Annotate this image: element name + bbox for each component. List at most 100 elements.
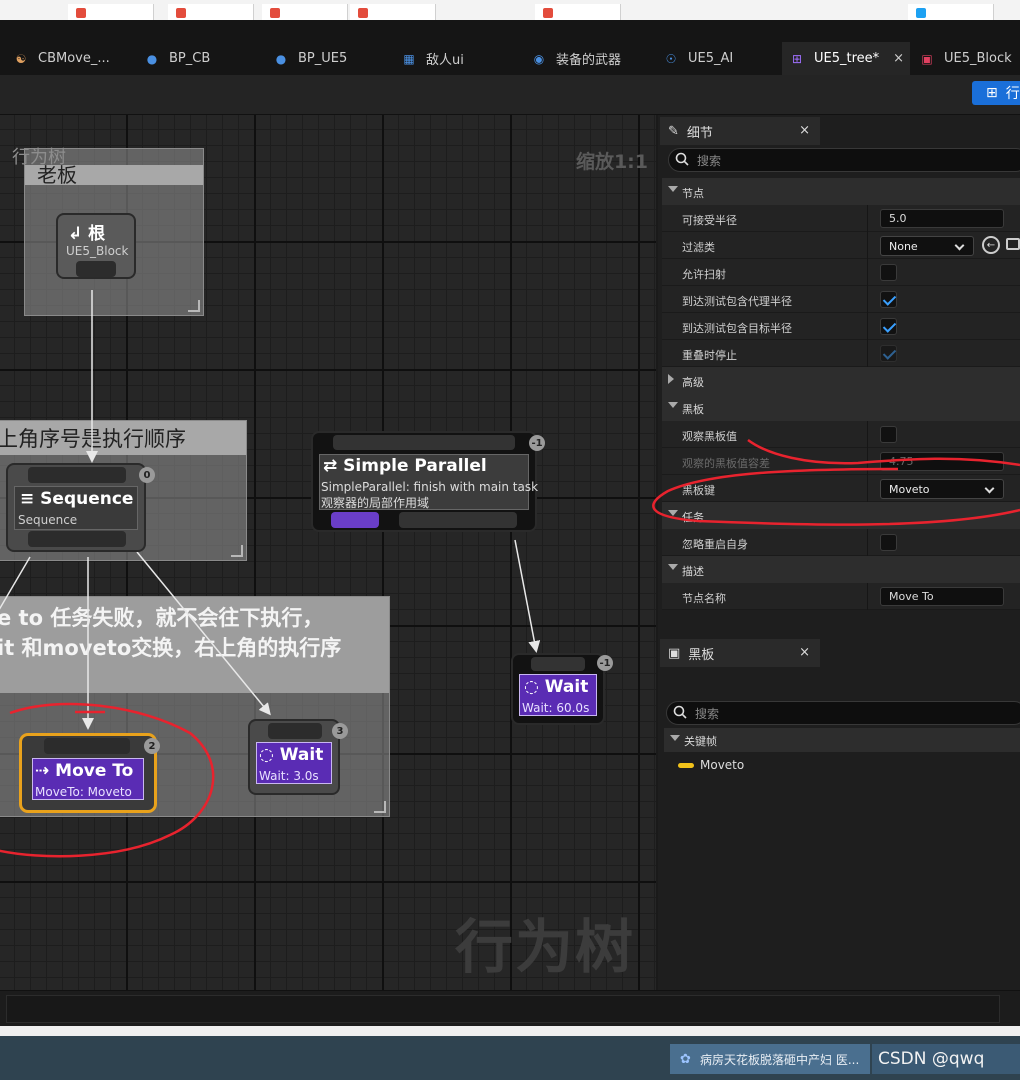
blackboard-search-input[interactable]: 搜索: [666, 701, 1020, 725]
input-pin[interactable]: [531, 657, 585, 671]
node-name-input[interactable]: Move To: [880, 587, 1004, 606]
section-description[interactable]: 描述: [662, 556, 1020, 583]
blueprint-icon: ◉: [533, 51, 545, 66]
tab-ue5-block[interactable]: ▣ UE5_Block: [920, 42, 1011, 75]
ignore-restart-checkbox[interactable]: [880, 534, 897, 551]
search-icon: [673, 705, 687, 719]
background-task-pin[interactable]: [399, 512, 517, 528]
tab-equipped-weapon[interactable]: ◉ 装备的武器: [532, 42, 621, 75]
input-pin[interactable]: [333, 435, 515, 450]
browser-tab[interactable]: [68, 4, 154, 20]
browser-tab[interactable]: [262, 4, 348, 20]
browser-tab[interactable]: [350, 4, 436, 20]
status-area: [6, 995, 1000, 1023]
tab-bp-ue5[interactable]: ● BP_UE5: [274, 42, 348, 75]
browse-folder-icon[interactable]: [1006, 238, 1020, 250]
close-icon[interactable]: ×: [799, 645, 810, 660]
simple-parallel-node[interactable]: ⇄ Simple Parallel SimpleParallel: finish…: [313, 433, 538, 530]
section-advanced[interactable]: 高级: [662, 367, 1020, 394]
annotation-circle-bbkey: [652, 438, 1020, 526]
section-node[interactable]: 节点: [662, 178, 1020, 205]
parallel-icon: ⇄: [323, 456, 338, 476]
close-icon[interactable]: ×: [799, 123, 810, 138]
execution-order-badge: 2: [144, 738, 160, 754]
browser-tab-icon: [76, 8, 86, 18]
editor-tab-bar: ☯ CBMove_... ● BP_CB ● BP_UE5 ▦ 敌人ui ◉ 装备的武器 …: [0, 20, 1020, 75]
stop-on-overlap-checkbox[interactable]: [880, 345, 897, 362]
blackboard-icon: ▣: [668, 645, 681, 661]
wire-sequence-left: [0, 556, 31, 610]
input-pin[interactable]: [268, 723, 322, 739]
blackboard-key-moveto[interactable]: Moveto: [678, 755, 744, 775]
row-reach-agent-radius: 到达测试包含代理半径: [662, 286, 1020, 313]
section-blackboard[interactable]: 黑板: [662, 394, 1020, 421]
input-pin[interactable]: [44, 738, 130, 754]
character-icon: ☯: [15, 51, 27, 66]
pawn-icon: ●: [146, 51, 158, 66]
collapse-arrow-icon: [670, 735, 680, 741]
reach-goal-radius-checkbox[interactable]: [880, 318, 897, 335]
status-bar: [0, 990, 1020, 1026]
browser-tab-strip: [0, 0, 1020, 20]
vector-key-icon: [678, 762, 694, 768]
browser-tab[interactable]: [168, 4, 254, 20]
row-filter-class: 过滤类 None ←: [662, 232, 1020, 259]
behavior-tree-icon: ⊞: [791, 51, 803, 66]
execution-order-badge: -1: [597, 655, 613, 671]
blackboard-category[interactable]: 关键帧: [664, 728, 1020, 752]
widget-icon: ▦: [403, 51, 415, 66]
wire-sequence-wait: [136, 551, 271, 716]
allow-strafe-checkbox[interactable]: [880, 264, 897, 281]
tab-enemy-ui[interactable]: ▦ 敌人ui: [402, 42, 464, 75]
wait-node-middle[interactable]: ◌ Wait Wait: 3.0s: [250, 721, 338, 793]
main-task-pin[interactable]: [331, 512, 379, 528]
wait-node-right[interactable]: ◌ Wait Wait: 60.0s: [513, 655, 603, 723]
use-selected-icon[interactable]: ←: [982, 236, 1000, 254]
browser-tab-icon: [270, 8, 280, 18]
row-reach-goal-radius: 到达测试包含目标半径: [662, 313, 1020, 340]
news-notification[interactable]: ✿ 病房天花板脱落砸中产妇 医...: [670, 1044, 870, 1074]
move-to-icon: ⇢: [35, 761, 50, 781]
behavior-tree-graph[interactable]: 老板 上角序号是执行顺序 e to 任务失败，就不会往下执行， it 和move…: [0, 115, 656, 990]
blackboard-icon: ▣: [921, 51, 933, 66]
root-node[interactable]: ↲ 根 UE5_Block: [58, 215, 134, 277]
reach-agent-radius-checkbox[interactable]: [880, 291, 897, 308]
expand-arrow-icon: [668, 374, 674, 384]
browser-tab[interactable]: [908, 4, 994, 20]
output-pin[interactable]: [76, 261, 116, 277]
tab-ue5-tree[interactable]: ⊞ UE5_tree* ×: [782, 42, 910, 75]
details-panel: ✎ 细节 × 搜索 节点 可接受半径 5.0 过滤类 None ← 允许扫射 到达测试…: [652, 115, 1020, 637]
wait-icon: ◌: [259, 745, 274, 765]
execution-order-badge: 3: [332, 723, 348, 739]
acceptable-radius-input[interactable]: 5.0: [880, 209, 1004, 228]
close-icon[interactable]: ×: [893, 51, 904, 66]
tab-cbmove[interactable]: ☯ CBMove_...: [14, 42, 110, 75]
wait-icon: ◌: [524, 677, 539, 697]
tab-bp-cb[interactable]: ● BP_CB: [145, 42, 211, 75]
sequence-icon: ≡: [20, 489, 35, 509]
filter-class-dropdown[interactable]: None: [880, 236, 974, 256]
csdn-watermark: CSDN @qwq: [872, 1044, 1020, 1074]
behavior-tree-mode-button[interactable]: ⊞ 行: [972, 81, 1020, 105]
tree-icon: ⊞: [986, 85, 998, 101]
blackboard-panel: ▣ 黑板 × 搜索 关键帧 Moveto: [658, 637, 1020, 990]
details-search-input[interactable]: 搜索: [668, 148, 1020, 172]
details-tab[interactable]: ✎ 细节 ×: [660, 117, 820, 145]
collapse-arrow-icon: [668, 564, 678, 570]
browser-tab-icon: [176, 8, 186, 18]
row-acceptable-radius: 可接受半径 5.0: [662, 205, 1020, 232]
tab-ue5-ai[interactable]: ☉ UE5_AI: [664, 42, 734, 75]
move-to-node[interactable]: ⇢ Move To MoveTo: Moveto: [22, 736, 154, 810]
browser-tab[interactable]: [535, 4, 621, 20]
paw-icon: ✿: [680, 1052, 691, 1067]
input-pin[interactable]: [28, 467, 126, 483]
row-node-name: 节点名称 Move To: [662, 583, 1020, 610]
blackboard-tab[interactable]: ▣ 黑板 ×: [660, 639, 820, 667]
search-icon: [675, 152, 689, 166]
pawn-icon: ●: [275, 51, 287, 66]
collapse-arrow-icon: [668, 186, 678, 192]
output-pin[interactable]: [28, 531, 126, 547]
sequence-node[interactable]: ≡ Sequence Sequence: [8, 465, 144, 550]
toolbar: ⊞ 行: [0, 75, 1020, 115]
execution-order-badge: -1: [529, 435, 545, 451]
